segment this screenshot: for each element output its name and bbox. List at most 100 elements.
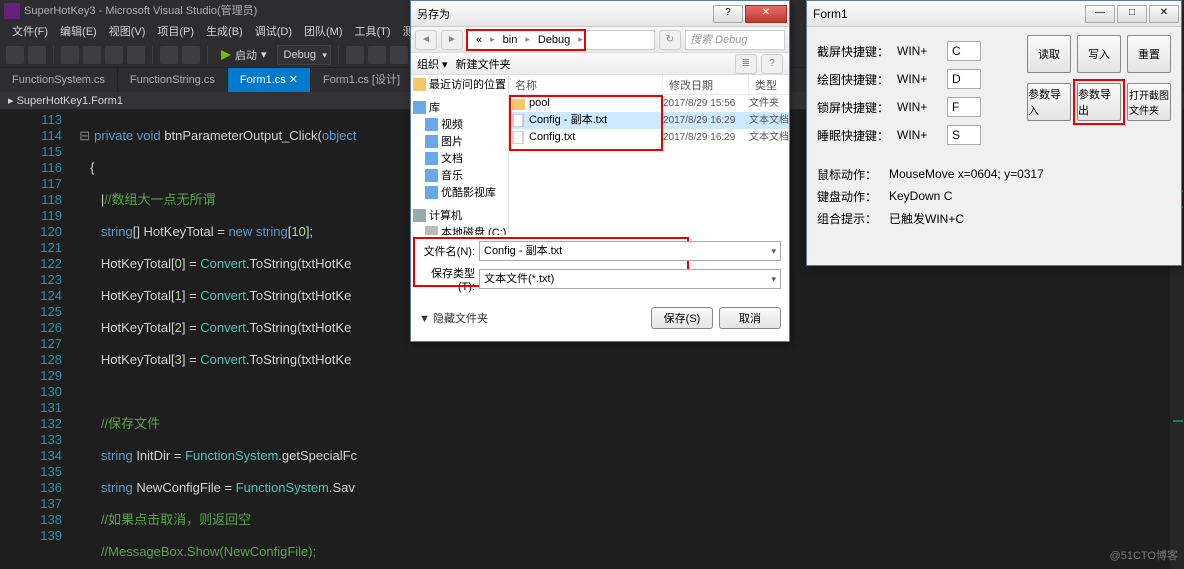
key-label: 键盘动作： bbox=[817, 188, 889, 205]
close-button[interactable]: ✕ bbox=[1149, 5, 1179, 23]
file-icon bbox=[512, 114, 525, 127]
undo-icon[interactable] bbox=[160, 46, 178, 64]
youku-icon bbox=[425, 186, 438, 199]
cancel-button[interactable]: 取消 bbox=[719, 307, 781, 329]
search-input[interactable]: 搜索 Debug bbox=[685, 30, 785, 50]
folder-tree[interactable]: 最近访问的位置 库 视频 图片 文档 音乐 优酷影视库 计算机 本地磁盘 (C:… bbox=[411, 75, 509, 235]
nav-back-button[interactable]: ◄ bbox=[415, 30, 437, 50]
menu-file[interactable]: 文件(F) bbox=[6, 22, 54, 42]
col-name[interactable]: 名称 bbox=[509, 75, 663, 94]
filetype-combo[interactable]: 文本文件(*.txt) bbox=[479, 269, 781, 289]
tool-icon-2[interactable] bbox=[368, 46, 386, 64]
save-icon[interactable] bbox=[105, 46, 123, 64]
tool-icon-1[interactable] bbox=[346, 46, 364, 64]
breadcrumb[interactable]: «▸ bin▸ Debug▸ bbox=[467, 30, 655, 50]
hide-folders-link[interactable]: ▼ 隐藏文件夹 bbox=[419, 310, 488, 326]
write-button[interactable]: 写入 bbox=[1077, 35, 1121, 73]
tree-recent[interactable]: 最近访问的位置 bbox=[411, 77, 508, 94]
tree-doc[interactable]: 文档 bbox=[411, 151, 508, 168]
redo-icon[interactable] bbox=[182, 46, 200, 64]
minimize-button[interactable]: — bbox=[1085, 5, 1115, 23]
reset-button[interactable]: 重置 bbox=[1127, 35, 1171, 73]
new-project-icon[interactable] bbox=[61, 46, 79, 64]
hotkey-label: 锁屏快捷键： bbox=[817, 99, 897, 116]
saveas-titlebar[interactable]: 另存为 ? ✕ bbox=[411, 1, 789, 27]
tree-disk-c[interactable]: 本地磁盘 (C:) bbox=[411, 225, 508, 235]
form1-titlebar[interactable]: Form1 — □ ✕ bbox=[807, 1, 1181, 27]
tab-functionstring[interactable]: FunctionString.cs bbox=[118, 68, 228, 92]
file-icon bbox=[512, 131, 525, 144]
hotkey-label: 截屏快捷键： bbox=[817, 43, 897, 60]
menu-build[interactable]: 生成(B) bbox=[200, 22, 249, 42]
tab-functionsystem[interactable]: FunctionSystem.cs bbox=[0, 68, 118, 92]
nav-back-icon[interactable] bbox=[6, 46, 24, 64]
list-row[interactable]: Config.txt 2017/8/29 16:29文本文档 bbox=[509, 129, 789, 146]
computer-icon bbox=[413, 209, 426, 222]
col-date[interactable]: 修改日期 bbox=[663, 75, 749, 94]
filetype-label: 保存类型(T): bbox=[419, 265, 479, 293]
close-button[interactable]: ✕ bbox=[745, 5, 787, 23]
saveas-title: 另存为 bbox=[417, 6, 450, 22]
tree-music[interactable]: 音乐 bbox=[411, 168, 508, 185]
hotkey-label: 绘图快捷键： bbox=[817, 71, 897, 88]
tool-icon-3[interactable] bbox=[390, 46, 408, 64]
start-debug-button[interactable]: 启动 ▾ bbox=[215, 47, 273, 63]
key-value: KeyDown C bbox=[889, 189, 952, 203]
help-icon[interactable]: ? bbox=[761, 54, 783, 74]
tree-library[interactable]: 库 bbox=[411, 100, 508, 117]
filename-input[interactable]: Config - 副本.txt bbox=[479, 241, 781, 261]
doc-icon bbox=[425, 152, 438, 165]
menu-view[interactable]: 视图(V) bbox=[103, 22, 152, 42]
menu-edit[interactable]: 编辑(E) bbox=[54, 22, 103, 42]
view-button[interactable]: ≣ bbox=[735, 54, 757, 74]
nav-fwd-button[interactable]: ► bbox=[441, 30, 463, 50]
list-header[interactable]: 名称 修改日期 类型 bbox=[509, 75, 789, 95]
maximize-button[interactable]: □ bbox=[1117, 5, 1147, 23]
tab-form1-cs[interactable]: Form1.cs ✕ bbox=[228, 68, 311, 92]
save-all-icon[interactable] bbox=[127, 46, 145, 64]
play-icon bbox=[221, 50, 231, 60]
file-list[interactable]: 名称 修改日期 类型 pool 2017/8/29 15:56文件夹 Confi… bbox=[509, 75, 789, 235]
recent-icon bbox=[413, 78, 426, 91]
hotkey-label: 睡眠快捷键： bbox=[817, 127, 897, 144]
menu-tools[interactable]: 工具(T) bbox=[349, 22, 397, 42]
mouse-value: MouseMove x=0604; y=0317 bbox=[889, 167, 1044, 181]
menu-debug[interactable]: 调试(D) bbox=[249, 22, 298, 42]
list-row[interactable]: pool 2017/8/29 15:56文件夹 bbox=[509, 95, 789, 112]
list-row[interactable]: Config - 副本.txt 2017/8/29 16:29文本文档 bbox=[509, 112, 789, 129]
refresh-button[interactable]: ↻ bbox=[659, 30, 681, 50]
save-as-dialog: 另存为 ? ✕ ◄ ► «▸ bin▸ Debug▸ ↻ 搜索 Debug 组织… bbox=[410, 0, 790, 342]
tree-picture[interactable]: 图片 bbox=[411, 134, 508, 151]
new-folder-button[interactable]: 新建文件夹 bbox=[456, 56, 511, 72]
tab-form1-design[interactable]: Form1.cs [设计] bbox=[311, 68, 413, 92]
combo-label: 组合提示： bbox=[817, 210, 889, 227]
config-combo[interactable]: Debug bbox=[277, 45, 331, 65]
menu-project[interactable]: 项目(P) bbox=[151, 22, 200, 42]
hotkey-input-lock[interactable] bbox=[947, 97, 981, 117]
tree-youku[interactable]: 优酷影视库 bbox=[411, 185, 508, 202]
tree-video[interactable]: 视频 bbox=[411, 117, 508, 134]
save-button[interactable]: 保存(S) bbox=[651, 307, 713, 329]
import-button[interactable]: 参数导入 bbox=[1027, 83, 1071, 121]
export-button[interactable]: 参数导出 bbox=[1077, 83, 1121, 121]
picture-icon bbox=[425, 135, 438, 148]
open-file-icon[interactable] bbox=[83, 46, 101, 64]
organize-button[interactable]: 组织 ▾ bbox=[417, 56, 448, 72]
open-folder-button[interactable]: 打开截图 文件夹 bbox=[1127, 83, 1171, 121]
disk-icon bbox=[425, 226, 438, 235]
read-button[interactable]: 读取 bbox=[1027, 35, 1071, 73]
tree-computer[interactable]: 计算机 bbox=[411, 208, 508, 225]
video-icon bbox=[425, 118, 438, 131]
hotkey-input-sleep[interactable] bbox=[947, 125, 981, 145]
vs-title-text: SuperHotKey3 - Microsoft Visual Studio(管… bbox=[24, 5, 257, 17]
library-icon bbox=[413, 101, 426, 114]
hotkey-input-draw[interactable] bbox=[947, 69, 981, 89]
help-button[interactable]: ? bbox=[713, 5, 743, 23]
nav-fwd-icon[interactable] bbox=[28, 46, 46, 64]
filename-label: 文件名(N): bbox=[419, 243, 479, 259]
hotkey-input-screenshot[interactable] bbox=[947, 41, 981, 61]
line-gutter: 1131141151161171181191201211221231241251… bbox=[0, 110, 72, 569]
col-type[interactable]: 类型 bbox=[749, 75, 789, 94]
menu-team[interactable]: 团队(M) bbox=[298, 22, 349, 42]
saveas-bottom: 文件名(N): Config - 副本.txt 保存类型(T): 文本文件(*.… bbox=[411, 235, 789, 303]
